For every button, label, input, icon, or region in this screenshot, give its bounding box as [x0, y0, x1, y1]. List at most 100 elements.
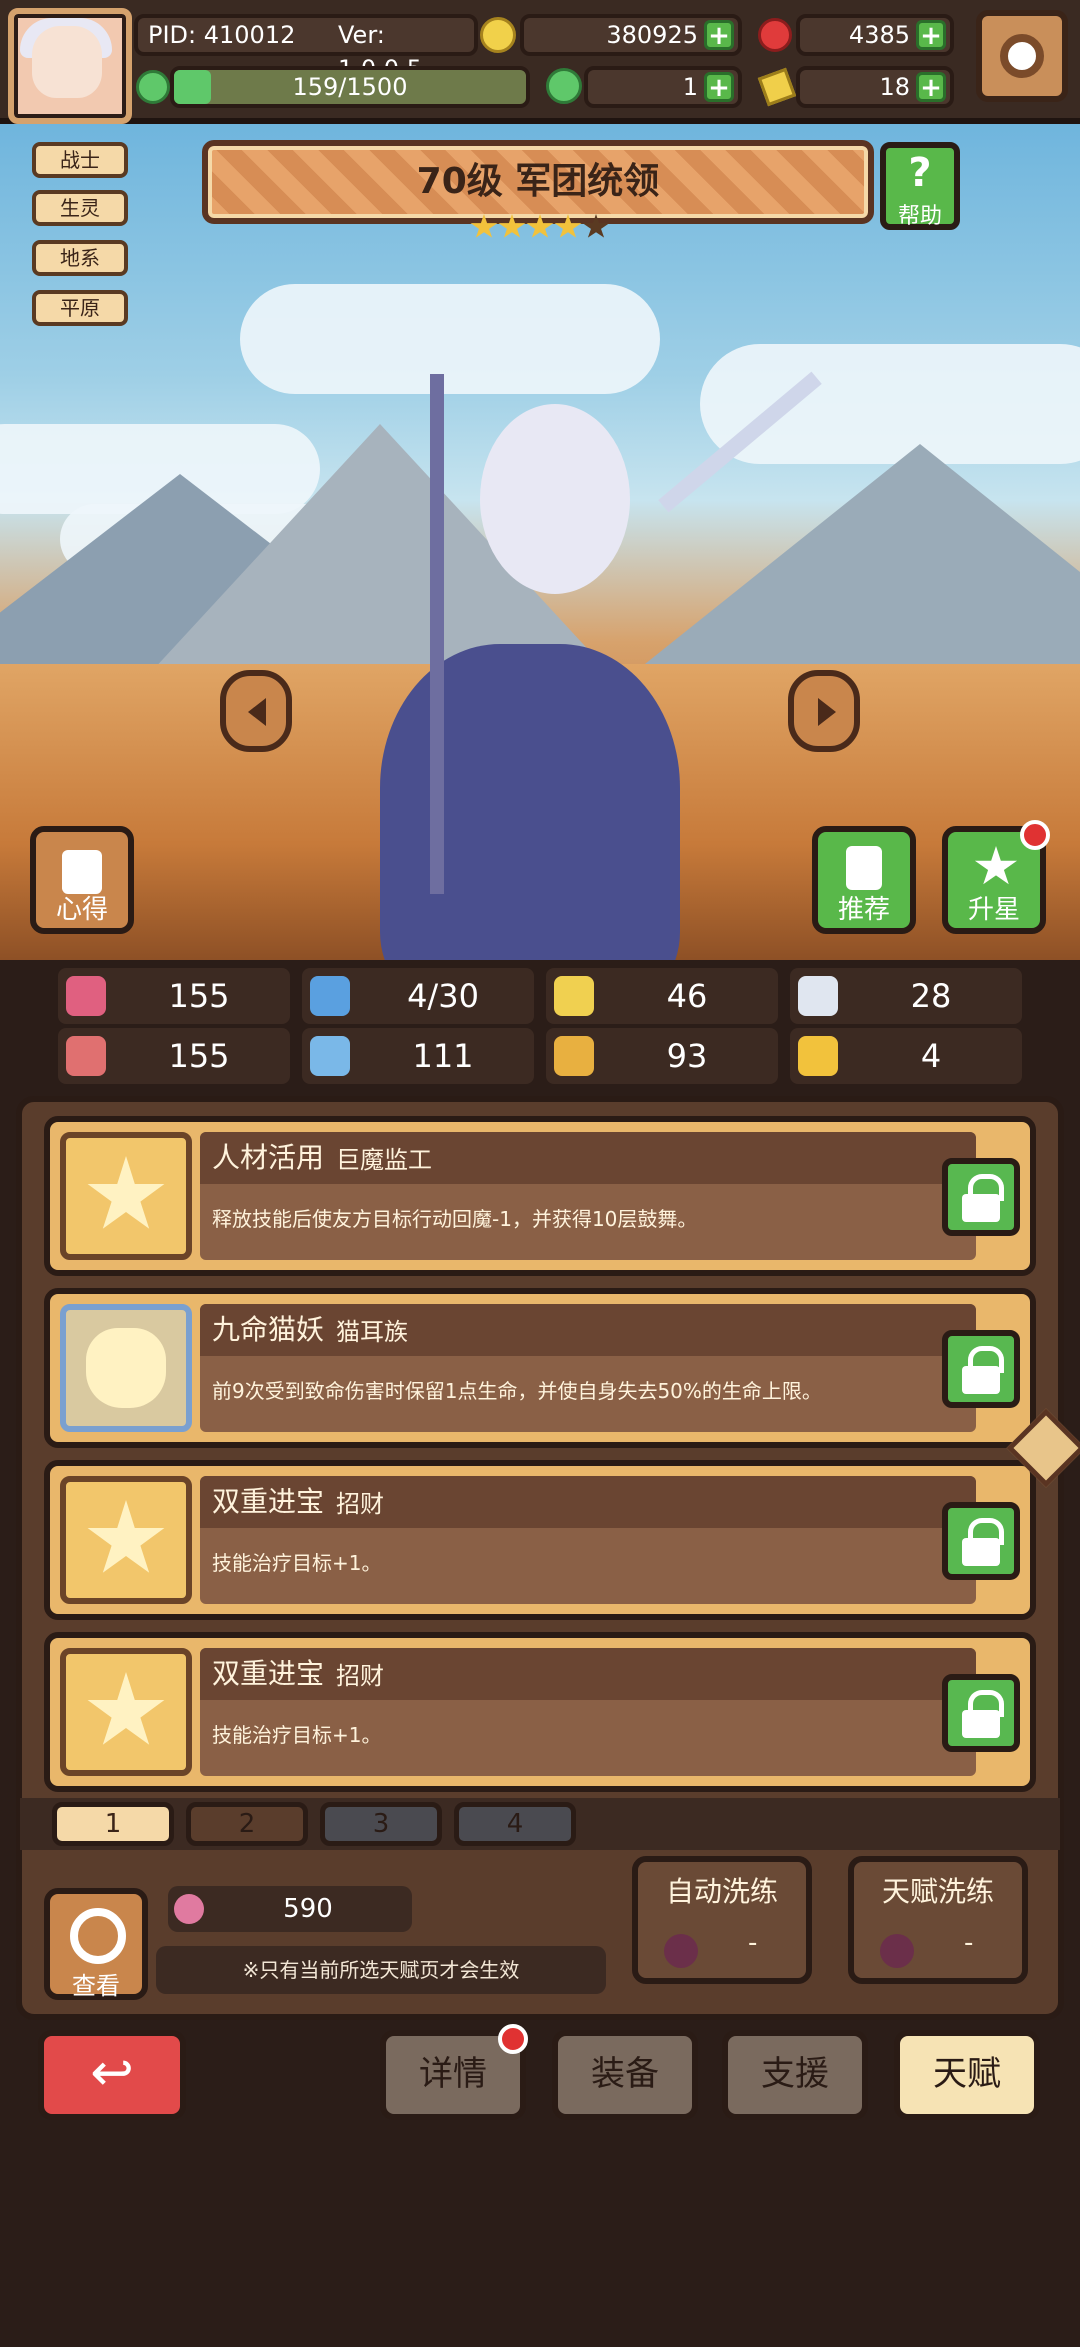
tag-class: 战士 [32, 142, 128, 178]
stat-value: 155 [168, 1037, 230, 1075]
add-gold-button[interactable]: + [704, 20, 734, 50]
talent-wash-button[interactable]: 天赋洗练 - [848, 1856, 1028, 1984]
talent-source: 招财 [336, 1662, 385, 1690]
lock-button[interactable] [942, 1674, 1020, 1752]
chevron-left-icon [248, 698, 266, 726]
star-icon [974, 846, 1018, 885]
gem-icon [758, 18, 792, 52]
lock-button[interactable] [942, 1330, 1020, 1408]
talent-card[interactable]: 双重进宝 招财 技能治疗目标+1。 [44, 1632, 1036, 1792]
talent-page-tab[interactable]: 3 [320, 1802, 442, 1846]
add-clover-button[interactable]: + [704, 72, 734, 102]
gem-value: 4385 [848, 21, 910, 49]
stat-value: 46 [666, 977, 708, 1015]
star-icon [60, 1132, 192, 1260]
support-tab[interactable]: 支援 [722, 2030, 868, 2120]
talent-body: 人材活用 巨魔监工 释放技能后使友方目标行动回魔-1，并获得10层鼓舞。 [200, 1132, 976, 1260]
talent-card[interactable]: 人材活用 巨魔监工 释放技能后使友方目标行动回魔-1，并获得10层鼓舞。 [44, 1116, 1036, 1276]
help-button[interactable]: ? 帮助 [880, 142, 960, 230]
add-ticket-button[interactable]: + [916, 72, 946, 102]
talent-name: 九命猫妖 [212, 1313, 325, 1346]
settings-button[interactable] [976, 10, 1068, 102]
hero-title-banner: 70级 军团统领 [202, 140, 874, 224]
view-label: 查看 [72, 1972, 120, 2000]
talent-name: 双重进宝 [212, 1485, 325, 1518]
gear-icon [1000, 34, 1044, 78]
stat-box: 155 [58, 1028, 290, 1084]
stat-value: 4/30 [407, 977, 479, 1015]
equipment-tab[interactable]: 装备 [552, 2030, 698, 2120]
tag-terrain: 平原 [32, 290, 128, 326]
auto-wash-button[interactable]: 自动洗练 - [632, 1856, 812, 1984]
lock-button[interactable] [942, 1158, 1020, 1236]
talent-source: 招财 [336, 1490, 385, 1518]
bean-icon [174, 1894, 204, 1924]
tag-element: 地系 [32, 240, 128, 276]
talent-card[interactable]: 双重进宝 招财 技能治疗目标+1。 [44, 1460, 1036, 1620]
add-gem-button[interactable]: + [916, 20, 946, 50]
clover-pill: 1 + [584, 66, 742, 108]
tag-race: 生灵 [32, 190, 128, 226]
stamina-value: 159/1500 [292, 73, 408, 101]
talent-name: 人材活用 [212, 1141, 325, 1174]
hero-head [480, 404, 630, 594]
stat-value: 111 [412, 1037, 474, 1075]
magnifier-icon [70, 1908, 126, 1964]
stat-box: 111 [302, 1028, 534, 1084]
lock-button[interactable] [942, 1502, 1020, 1580]
next-hero-button[interactable] [788, 670, 860, 752]
clover-value: 1 [682, 73, 698, 101]
spear [430, 374, 444, 894]
recommend-button[interactable]: 推荐 [812, 826, 916, 934]
talent-description: 技能治疗目标+1。 [212, 1723, 382, 1747]
stamina-icon [136, 70, 170, 104]
talent-wash-cost: - [964, 1928, 974, 1958]
talent-page-tab[interactable]: 2 [186, 1802, 308, 1846]
clover-icon [546, 68, 582, 104]
talent-description: 前9次受到致命伤害时保留1点生命，并使自身失去50%的生命上限。 [212, 1379, 822, 1403]
gem-pill: 4385 + [796, 14, 954, 56]
speed-icon [554, 1036, 594, 1076]
gold-value: 380925 [606, 21, 698, 49]
player-avatar[interactable] [8, 8, 132, 124]
help-label: 帮助 [897, 204, 942, 229]
prev-hero-button[interactable] [220, 670, 292, 752]
stat-box: 4/30 [302, 968, 534, 1024]
talent-page-note: ※只有当前所选天赋页才会生效 [156, 1946, 606, 1994]
recommend-label: 推荐 [837, 895, 890, 925]
notes-button[interactable]: 心得 [30, 826, 134, 934]
talent-body: 双重进宝 招财 技能治疗目标+1。 [200, 1648, 976, 1776]
stat-box: 28 [790, 968, 1022, 1024]
talent-body: 双重进宝 招财 技能治疗目标+1。 [200, 1476, 976, 1604]
talent-tab[interactable]: 天赋 [894, 2030, 1040, 2120]
horseshoe-icon [798, 1036, 838, 1076]
talent-body: 九命猫妖 猫耳族 前9次受到致命伤害时保留1点生命，并使自身失去50%的生命上限… [200, 1304, 976, 1432]
stat-value: 4 [920, 1037, 942, 1075]
view-button[interactable]: 查看 [44, 1888, 148, 2000]
fist-icon [66, 1036, 106, 1076]
back-button[interactable]: ↩ [38, 2030, 186, 2120]
talent-wash-label: 天赋洗练 [881, 1875, 994, 1908]
bean-cost-icon [664, 1934, 698, 1968]
stat-value: 93 [666, 1037, 708, 1075]
gold-coin-icon [480, 17, 516, 53]
details-notification-dot [498, 2024, 528, 2054]
ticket-value: 18 [879, 73, 910, 101]
hero-character [380, 644, 680, 960]
question-icon: ? [908, 150, 932, 196]
ticket-pill: 18 + [796, 66, 954, 108]
talent-card[interactable]: 九命猫妖 猫耳族 前9次受到致命伤害时保留1点生命，并使自身失去50%的生命上限… [44, 1288, 1036, 1448]
info-pill: PID: 410012 Ver: 1.0.0.5 [134, 14, 478, 83]
talent-description: 释放技能后使友方目标行动回魔-1，并获得10层鼓舞。 [212, 1207, 698, 1231]
stat-box: 155 [58, 968, 290, 1024]
stat-value: 155 [168, 977, 230, 1015]
talent-description: 技能治疗目标+1。 [212, 1551, 382, 1575]
shield-icon [554, 976, 594, 1016]
hero-title: 70级 军团统领 [416, 161, 660, 202]
star-icon [60, 1648, 192, 1776]
talent-page-tab[interactable]: 4 [454, 1802, 576, 1846]
bean-pill: 590 [168, 1886, 412, 1932]
talent-page-tab[interactable]: 1 [52, 1802, 174, 1846]
cat-icon [60, 1304, 192, 1432]
star-icon [60, 1476, 192, 1604]
